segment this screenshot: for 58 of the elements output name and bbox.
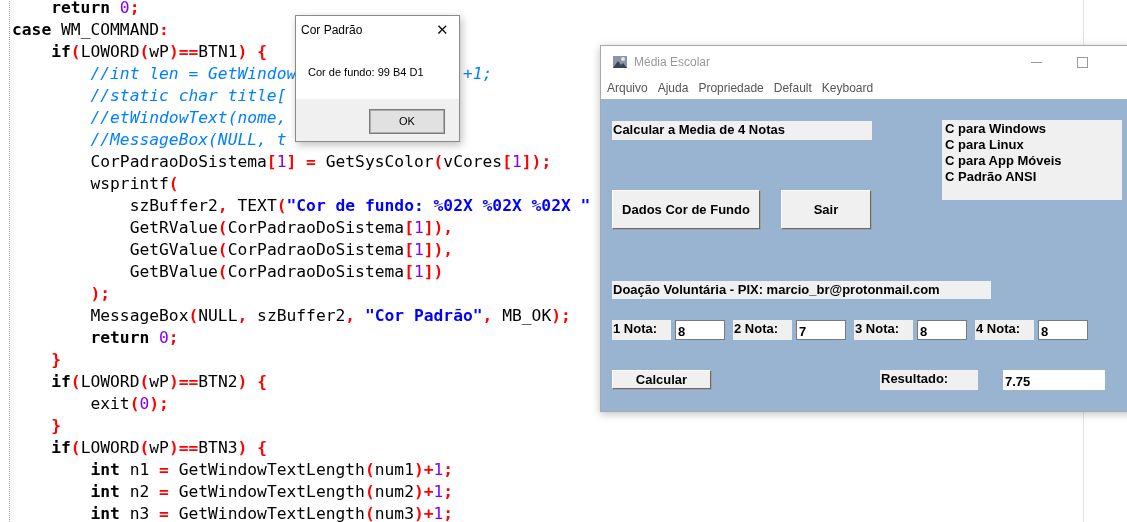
note-label: 4 Nota: — [975, 320, 1034, 340]
menu-item[interactable]: Ajuda — [652, 81, 694, 95]
code-line: return 0; — [50, 0, 140, 17]
code-line: MessageBox(NULL, szBuffer2, "Cor Padrão", MB_OK); — [89, 306, 571, 325]
note-field[interactable]: 8 — [1038, 320, 1088, 340]
code-line: GetRValue(CorPadraoDoSistema[1]), — [128, 218, 454, 237]
code-line: return 0; — [89, 328, 179, 347]
code-line: if(LOWORD(wP)==BTN2) { — [50, 372, 267, 391]
note-label: 1 Nota: — [612, 320, 671, 340]
code-fragment: +1; — [463, 63, 493, 85]
list-item[interactable]: C Padrão ANSI — [945, 169, 1122, 185]
code-line: GetBValue(CorPadraoDoSistema[1]) — [128, 262, 444, 281]
code-line: case WM_COMMAND: — [12, 20, 169, 39]
code-line: if(LOWORD(wP)==BTN1) { — [50, 42, 267, 61]
calculate-button[interactable]: Calcular — [612, 370, 711, 389]
code-line: int n3 = GetWindowTextLength(num3)+1; — [89, 504, 454, 522]
code-line: CorPadraoDoSistema[1] = GetSysColor(vCores[1]); — [89, 152, 552, 171]
code-line: //static char title[ — [89, 86, 287, 105]
maximize-icon — [1076, 56, 1088, 68]
code-line: GetGValue(CorPadraoDoSistema[1]), — [128, 240, 454, 259]
note-label: 3 Nota: — [854, 320, 913, 340]
list-item[interactable]: C para Windows — [945, 121, 1122, 137]
menu-item[interactable]: Default — [768, 81, 817, 95]
code-line: szBuffer2, TEXT("Cor de fundo: %02X %02X %02X " — [128, 196, 591, 215]
note-label: 2 Nota: — [733, 320, 792, 340]
background-color-button[interactable]: Dados Cor de Fundo — [612, 190, 760, 229]
code-line: if(LOWORD(wP)==BTN3) { — [50, 438, 267, 457]
exit-button[interactable]: Sair — [781, 190, 871, 229]
note-field[interactable]: 8 — [675, 320, 725, 340]
code-line: //MessageBox(NULL, t — [89, 130, 287, 149]
menu-item[interactable]: Propriedade — [693, 81, 769, 95]
code-line: int n2 = GetWindowTextLength(num2)+1; — [89, 482, 454, 501]
donation-label: Doação Voluntária - PIX: marcio_br@protonmail.com — [612, 281, 991, 299]
list-box[interactable]: C para Windows C para Linux C para App Móveis C Padrão ANSI — [942, 120, 1122, 200]
result-field[interactable]: 7.75 — [1003, 370, 1105, 390]
window-title: Média Escolar — [634, 55, 711, 69]
minimize-icon — [1030, 61, 1042, 63]
list-item[interactable]: C para App Móveis — [945, 153, 1122, 169]
note-field[interactable]: 7 — [796, 320, 846, 340]
code-line: } — [50, 350, 61, 369]
code-line: wsprintf( — [89, 174, 179, 193]
code-line: exit(0); — [89, 394, 169, 413]
code-line: //etWindowText(nome, — [89, 108, 287, 127]
code-line: } — [50, 416, 61, 435]
dialog-title: Cor Padrão — [301, 22, 363, 37]
heading-label: Calcular a Media de 4 Notas — [612, 121, 872, 140]
dialog-message: Cor de fundo: 99 B4 D1 — [308, 66, 424, 78]
app-icon — [612, 54, 628, 70]
menu-item[interactable]: Arquivo — [602, 81, 653, 95]
code-line: ); — [89, 284, 111, 303]
ok-button[interactable]: OK — [370, 109, 444, 133]
list-item[interactable]: C para Linux — [945, 137, 1122, 153]
code-line: //int len = GetWindow — [89, 64, 297, 83]
close-button[interactable]: ✕ — [425, 20, 459, 39]
code-line: int n1 = GetWindowTextLength(num1)+1; — [89, 460, 454, 479]
note-field[interactable]: 8 — [917, 320, 967, 340]
menu-item[interactable]: Keyboard — [816, 81, 879, 95]
result-label: Resultado: — [880, 370, 978, 390]
